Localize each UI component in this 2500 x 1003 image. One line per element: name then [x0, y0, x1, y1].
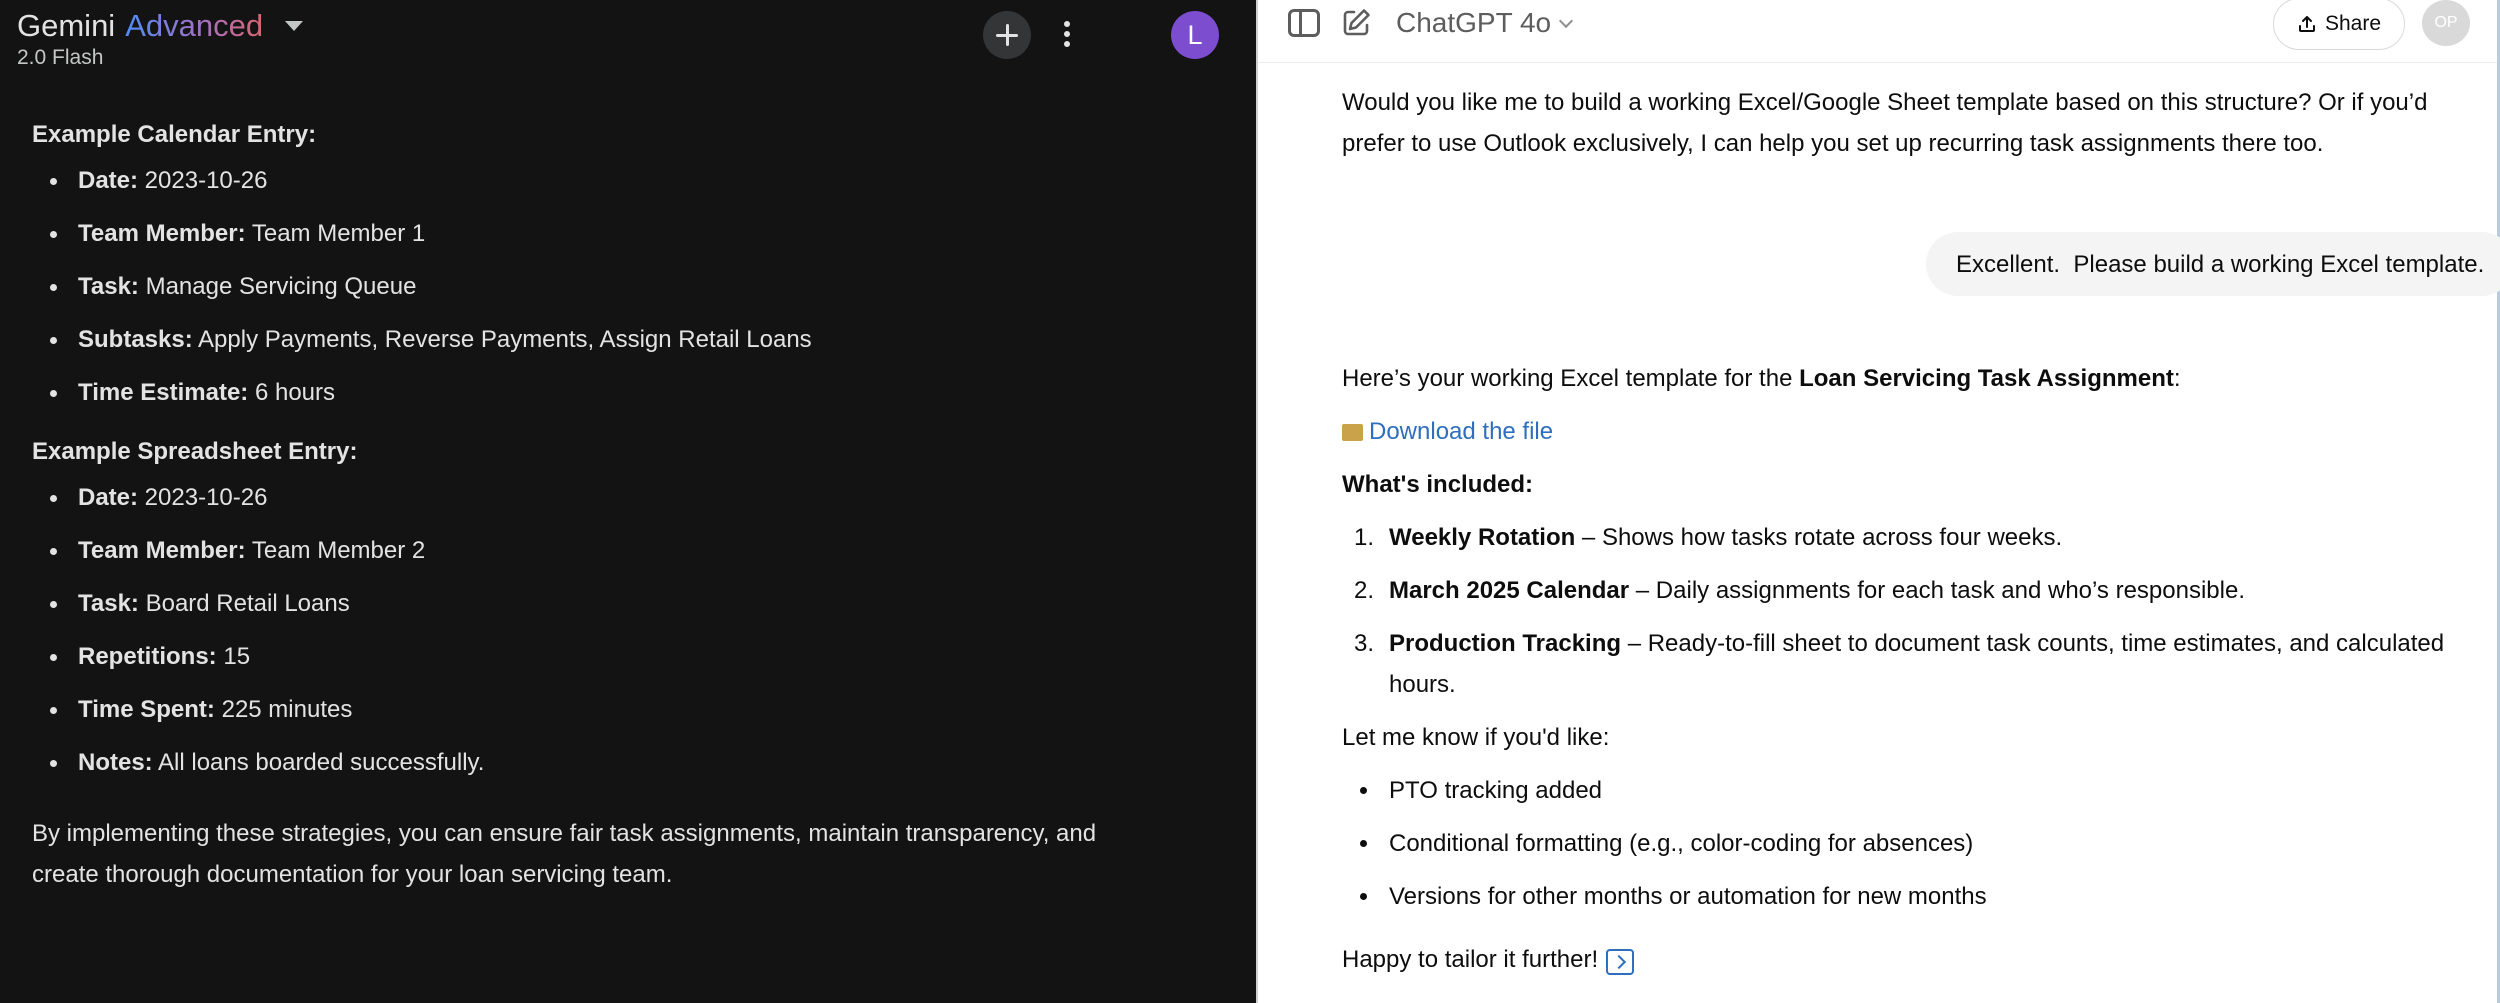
- new-chat-plus-icon[interactable]: [983, 11, 1031, 59]
- download-row: Download the file: [1342, 411, 2472, 452]
- list-item: Notes: All loans boarded successfully.: [32, 746, 1212, 799]
- list-item: Subtasks: Apply Payments, Reverse Paymen…: [32, 323, 1212, 376]
- list-item: Repetitions: 15: [32, 640, 1212, 693]
- model-selector[interactable]: ChatGPT 4o: [1396, 7, 1574, 39]
- more-options-icon[interactable]: [1057, 16, 1077, 52]
- list-item: Date: 2023-10-26: [32, 481, 1212, 534]
- options-list: PTO tracking added Conditional formattin…: [1342, 770, 2472, 929]
- list-item: Versions for other months or automation …: [1342, 876, 2472, 929]
- chatgpt-conversation: Would you like me to build a working Exc…: [1342, 82, 2500, 975]
- share-button[interactable]: Share: [2273, 0, 2405, 50]
- list-item: Task: Board Retail Loans: [32, 587, 1212, 640]
- list-item: PTO tracking added: [1342, 770, 2472, 823]
- reply-lead: Here’s your working Excel template for t…: [1342, 365, 2181, 392]
- closing-line: Happy to tailor it further!: [1342, 939, 2472, 980]
- chatgpt-user-avatar[interactable]: OP: [2422, 0, 2470, 46]
- gemini-header: Gemini Advanced 2.0 Flash L: [0, 0, 1256, 80]
- list-item: Task: Manage Servicing Queue: [32, 270, 1212, 323]
- calendar-entry-heading: Example Calendar Entry:: [32, 121, 317, 148]
- gemini-pane: Gemini Advanced 2.0 Flash L Example Cale…: [0, 0, 1256, 1003]
- emoji-icon: [1606, 948, 1635, 975]
- chevron-down-icon: [1559, 13, 1574, 28]
- assistant-reply: Here’s your working Excel template for t…: [1342, 358, 2472, 980]
- list-item: 2. March 2025 Calendar – Daily assignment…: [1354, 577, 2246, 604]
- included-heading: What's included:: [1342, 471, 1534, 498]
- sidebar-toggle-icon[interactable]: [1288, 9, 1320, 37]
- share-label: Share: [2324, 12, 2382, 35]
- share-icon: [2298, 16, 2315, 32]
- dropdown-arrow-icon[interactable]: [285, 21, 304, 31]
- list-item: Conditional formatting (e.g., color-codi…: [1342, 823, 2472, 876]
- gemini-user-avatar[interactable]: L: [1171, 11, 1219, 59]
- model-name: ChatGPT 4o: [1396, 7, 1552, 38]
- list-item: 1. Weekly Rotation – Shows how tasks rota…: [1354, 524, 2063, 551]
- list-item: Team Member: Team Member 2: [32, 534, 1212, 587]
- gemini-model-version: 2.0 Flash: [17, 46, 104, 69]
- folder-icon: [1342, 424, 1363, 441]
- user-message-bubble: Excellent. Please build a working Excel …: [1926, 232, 2500, 296]
- list-item: Date: 2023-10-26: [32, 164, 1212, 217]
- chatgpt-pane: ChatGPT 4o Share OP Would you like me to…: [1258, 0, 2500, 1003]
- closing-text: Happy to tailor it further!: [1342, 946, 1599, 973]
- spreadsheet-entry-heading: Example Spreadsheet Entry:: [32, 438, 358, 465]
- let-me-know-text: Let me know if you'd like:: [1342, 724, 1610, 751]
- gemini-response: Example Calendar Entry: Date: 2023-10-26…: [32, 118, 1212, 895]
- chatgpt-header: ChatGPT 4o Share OP: [1258, 0, 2497, 63]
- closing-paragraph: By implementing these strategies, you ca…: [32, 820, 1097, 888]
- gemini-model-switcher[interactable]: Gemini Advanced: [17, 8, 304, 44]
- list-item: 3. Production Tracking – Ready-to-fill sh…: [1354, 630, 2445, 698]
- spreadsheet-entry-list: Date: 2023-10-26 Team Member: Team Membe…: [32, 481, 1212, 799]
- list-item: Team Member: Team Member 1: [32, 217, 1212, 270]
- gemini-title-accent: Advanced: [125, 8, 264, 43]
- included-list: 1. Weekly Rotation – Shows how tasks rota…: [1342, 517, 2472, 705]
- new-chat-edit-icon[interactable]: [1340, 7, 1372, 39]
- list-item: Time Estimate: 6 hours: [32, 376, 1212, 429]
- download-file-link[interactable]: Download the file: [1369, 411, 1553, 452]
- gemini-title: Gemini: [17, 8, 116, 43]
- calendar-entry-list: Date: 2023-10-26 Team Member: Team Membe…: [32, 164, 1212, 429]
- list-item: Time Spent: 225 minutes: [32, 693, 1212, 746]
- assistant-intro-message: Would you like me to build a working Exc…: [1342, 89, 2428, 157]
